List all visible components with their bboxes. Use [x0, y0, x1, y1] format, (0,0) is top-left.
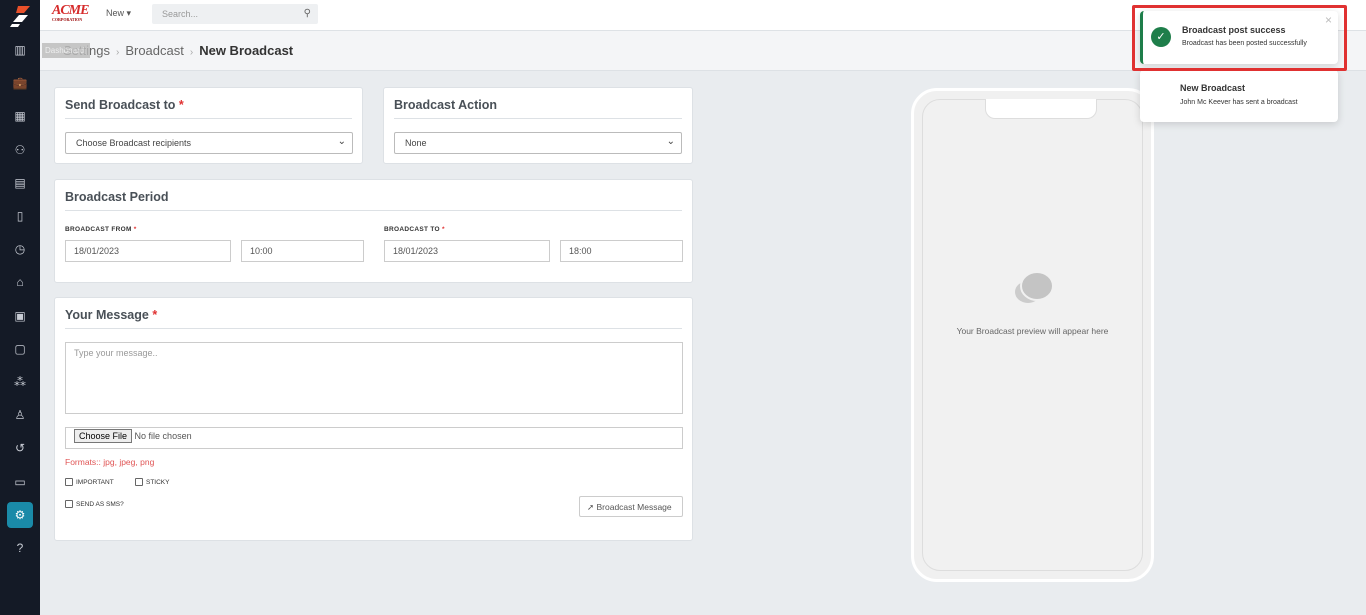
search-icon[interactable]: ⚲ [304, 8, 311, 19]
gear-icon[interactable]: ⚙ [7, 501, 33, 528]
clipboard-icon[interactable]: ▢ [7, 336, 33, 362]
briefcase-icon[interactable]: 💼 [7, 70, 33, 96]
to-date-input[interactable]: 18/01/2023 [384, 240, 550, 262]
send-icon: ➚ [587, 502, 595, 512]
recipients-select[interactable]: Choose Broadcast recipients ⌄ [65, 132, 353, 154]
message-textarea[interactable]: Type your message.. [65, 342, 683, 414]
sticky-checkbox[interactable]: STICKY [135, 478, 169, 486]
file-input[interactable]: Choose File No file chosen [65, 427, 683, 449]
calculator-icon[interactable]: ▣ [7, 303, 33, 329]
toast-body: John Mc Keever has sent a broadcast [1180, 99, 1298, 106]
to-label: BROADCAST TO * [384, 226, 445, 233]
clock-icon[interactable]: ◷ [7, 236, 33, 262]
send-to-card: Send Broadcast to * Choose Broadcast rec… [54, 87, 363, 164]
highlight-box [1132, 5, 1347, 71]
help-icon[interactable]: ? [7, 535, 33, 561]
chevron-down-icon: ⌄ [337, 136, 346, 147]
from-date-input[interactable]: 18/01/2023 [65, 240, 231, 262]
sidebar: ▥ 💼 ▦ ⚇ ▤ ▯ ◷ ⌂ ▣ ▢ ⁂ ♙ ↺ ▭ ⚙? [0, 0, 40, 615]
map-icon[interactable]: ▯ [7, 203, 33, 229]
choose-file-button[interactable]: Choose File [74, 429, 133, 443]
action-title: Broadcast Action [394, 98, 682, 119]
period-card: Broadcast Period BROADCAST FROM * BROADC… [54, 179, 693, 283]
breadcrumb: Settings›Broadcast›New Broadcast [63, 43, 293, 58]
file-status: No file chosen [134, 431, 192, 441]
notification-toast: New Broadcast John Mc Keever has sent a … [1140, 70, 1338, 122]
phone-preview: Your Broadcast preview will appear here [911, 88, 1154, 582]
formats-hint: Formats:: jpg, jpeg, png [65, 457, 155, 467]
calendar-icon[interactable]: ▦ [7, 103, 33, 129]
chevron-down-icon: ⌄ [666, 136, 675, 147]
important-checkbox[interactable]: IMPORTANT [65, 478, 114, 486]
new-dropdown-button[interactable]: New ▾ [106, 8, 131, 19]
users-icon[interactable]: ⚇ [7, 137, 33, 163]
from-time-input[interactable]: 10:00 [241, 240, 364, 262]
message-card: Your Message * Type your message.. Choos… [54, 297, 693, 541]
action-card: Broadcast Action None ⌄ [383, 87, 693, 164]
broadcast-message-button[interactable]: ➚ Broadcast Message [579, 496, 683, 517]
message-title: Your Message [65, 308, 149, 322]
dashboard-icon[interactable]: ▥ [7, 37, 33, 63]
page-title: New Broadcast [199, 43, 294, 58]
sms-checkbox[interactable]: SEND AS SMS? [65, 500, 124, 508]
monitor-icon[interactable]: ▭ [7, 469, 33, 495]
phone-notch [985, 99, 1097, 119]
brand-logo[interactable]: ACME CORPORATION [52, 3, 89, 22]
sidebar-tooltip: Dashboard [42, 43, 90, 58]
search-input[interactable]: Search... ⚲ [152, 4, 318, 24]
to-time-input[interactable]: 18:00 [560, 240, 683, 262]
from-label: BROADCAST FROM * [65, 226, 137, 233]
cubes-icon[interactable]: ⁂ [7, 369, 33, 395]
building-icon[interactable]: ▤ [7, 170, 33, 196]
send-to-title: Send Broadcast to [65, 98, 176, 112]
action-select[interactable]: None ⌄ [394, 132, 682, 154]
tag-icon[interactable]: ⌂ [7, 269, 33, 295]
period-title: Broadcast Period [65, 190, 682, 211]
user-icon[interactable]: ♙ [7, 402, 33, 428]
preview-text: Your Broadcast preview will appear here [956, 326, 1109, 336]
breadcrumb-broadcast[interactable]: Broadcast [125, 43, 184, 58]
chat-bubbles-icon [1015, 271, 1054, 303]
history-icon[interactable]: ↺ [7, 435, 33, 461]
app-logo-icon[interactable] [10, 4, 32, 28]
toast-title: New Broadcast [1180, 83, 1246, 93]
